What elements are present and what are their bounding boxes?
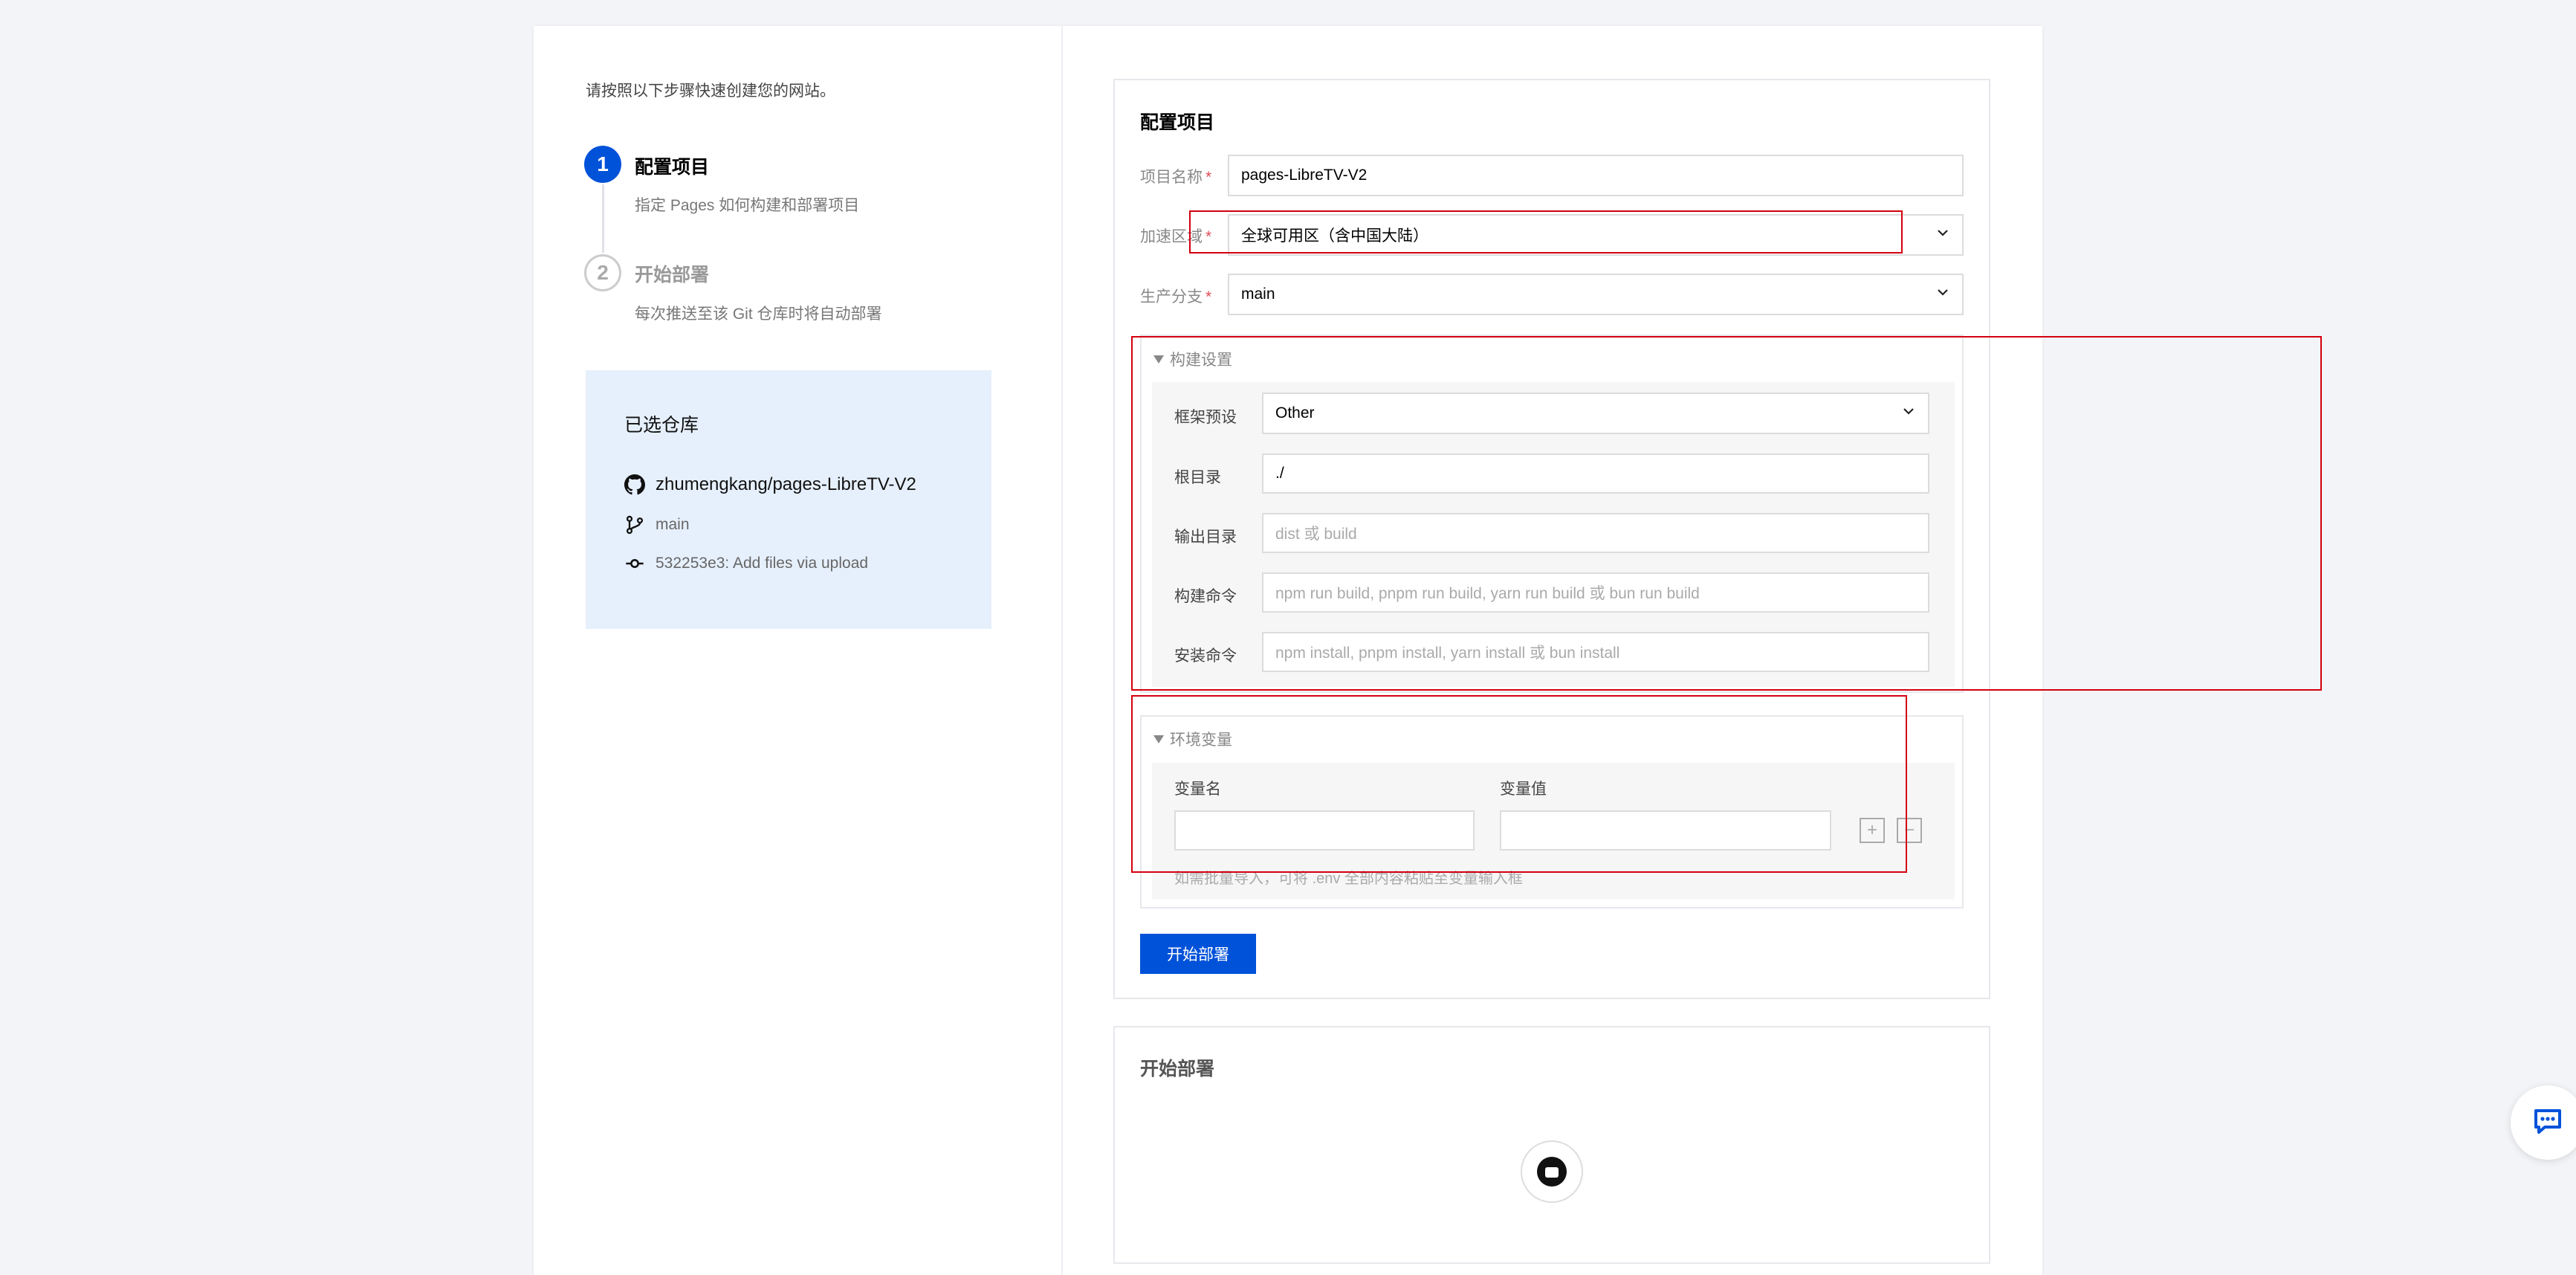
- loader-icon: [1521, 1140, 1583, 1203]
- annotation-box-region: [1189, 210, 1903, 254]
- branch-label: 生产分支 *: [1140, 288, 1212, 306]
- github-icon: [624, 474, 645, 495]
- annotation-box-build-settings: [1131, 336, 2322, 691]
- repo-branch: main: [656, 516, 690, 533]
- chevron-down-icon: [1935, 285, 1950, 304]
- chat-icon: [2531, 1105, 2564, 1141]
- step-2-title: 开始部署: [635, 265, 710, 285]
- repo-name-row[interactable]: zhumengkang/pages-LibreTV-V2: [624, 474, 916, 495]
- deploy-title: 开始部署: [1140, 1059, 1215, 1079]
- repo-commit-row: 532253e3: Add files via upload: [624, 553, 868, 574]
- branch-select[interactable]: main: [1228, 274, 1964, 315]
- repo-branch-row: main: [624, 514, 690, 535]
- config-title: 配置项目: [1140, 112, 1215, 133]
- chat-button[interactable]: [2511, 1085, 2576, 1160]
- intro-text: 请按照以下步骤快速创建您的网站。: [586, 83, 835, 100]
- project-name-input[interactable]: pages-LibreTV-V2: [1228, 155, 1964, 196]
- commit-icon: [624, 553, 645, 574]
- selected-repo-panel: 已选仓库 zhumengkang/pages-LibreTV-V2 main 5…: [586, 370, 991, 629]
- start-deploy-button[interactable]: 开始部署: [1140, 934, 1256, 974]
- step-1-indicator: 1: [584, 146, 621, 183]
- repo-commit: 532253e3: Add files via upload: [656, 555, 869, 572]
- project-name-label: 项目名称 *: [1140, 169, 1212, 186]
- repo-panel-title: 已选仓库: [624, 415, 699, 436]
- chevron-down-icon: [1935, 225, 1950, 245]
- step-2-indicator: 2: [584, 254, 621, 291]
- column-divider: [1061, 26, 1063, 1275]
- step-1-desc: 指定 Pages 如何构建和部署项目: [635, 197, 860, 214]
- step-2-desc: 每次推送至该 Git 仓库时将自动部署: [635, 306, 882, 323]
- step-1-title: 配置项目: [635, 157, 710, 178]
- annotation-box-env-vars: [1131, 695, 1907, 873]
- step-connector: [602, 184, 604, 253]
- repo-name: zhumengkang/pages-LibreTV-V2: [656, 474, 916, 494]
- branch-value: main: [1241, 285, 1275, 303]
- branch-icon: [624, 514, 645, 535]
